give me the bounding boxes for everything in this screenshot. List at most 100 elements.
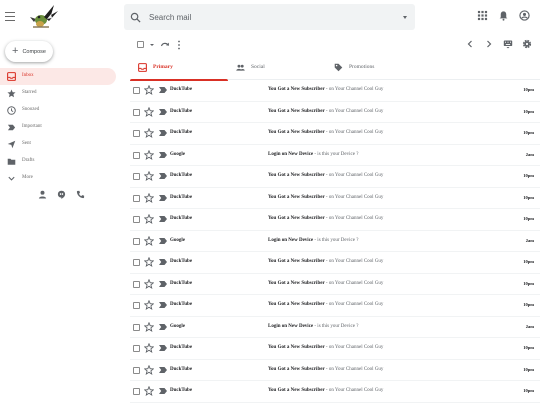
row-checkbox[interactable]	[133, 366, 140, 374]
star-icon[interactable]	[144, 149, 154, 160]
star-icon[interactable]	[144, 106, 154, 117]
sidebar-item-inbox[interactable]: Inbox	[0, 68, 116, 85]
star-icon[interactable]	[144, 278, 154, 289]
row-checkbox[interactable]	[133, 130, 140, 137]
row-checkbox[interactable]	[133, 108, 140, 116]
star-icon[interactable]	[144, 300, 154, 310]
email-row[interactable]: DuckTube You Got a New Subscriber - on Yo…	[130, 274, 540, 295]
email-row[interactable]: DuckTube You Got a New Subscriber - on Yo…	[130, 360, 540, 381]
select-caret-icon[interactable]	[150, 44, 154, 46]
sidebar-item-important[interactable]: Important	[0, 119, 116, 136]
email-snippet: - on Your Channel Cool Guy	[324, 87, 384, 92]
email-sender: DuckTube	[170, 173, 193, 178]
star-icon[interactable]	[144, 321, 154, 332]
email-sender: DuckTube	[170, 108, 193, 114]
menu-icon[interactable]	[5, 12, 15, 21]
email-row[interactable]: DuckTube You Got a New Subscriber - on Yo…	[130, 295, 540, 317]
apps-grid-icon[interactable]	[477, 10, 488, 21]
label-important-icon[interactable]	[159, 216, 167, 222]
tab-label: Promotions	[349, 64, 375, 70]
star-icon[interactable]	[144, 364, 154, 375]
sidebar-item-snoozed[interactable]: Snoozed	[0, 102, 116, 119]
refresh-icon[interactable]	[160, 40, 170, 50]
search-input[interactable]	[141, 4, 403, 30]
star-icon[interactable]	[144, 235, 154, 246]
caret-down-icon[interactable]	[403, 15, 407, 19]
row-checkbox[interactable]	[133, 280, 140, 288]
row-checkbox[interactable]	[133, 345, 140, 352]
sidebar-item-more[interactable]: More	[0, 170, 116, 187]
label-important-icon[interactable]	[159, 108, 167, 115]
email-row[interactable]: DuckTube You Got a New Subscriber - on Yo…	[130, 102, 540, 123]
star-icon[interactable]	[144, 257, 154, 267]
person-icon[interactable]	[38, 190, 47, 199]
star-icon[interactable]	[144, 171, 154, 181]
tab-promotions[interactable]: Promotions	[326, 56, 424, 80]
email-row[interactable]: DuckTube You Got a New Subscriber - on Yo…	[130, 166, 540, 188]
label-important-icon[interactable]	[159, 366, 167, 373]
chevron-right-icon[interactable]	[484, 39, 494, 49]
bell-icon[interactable]	[498, 10, 509, 21]
label-important-icon[interactable]	[159, 130, 167, 136]
row-checkbox[interactable]	[133, 259, 140, 266]
logo[interactable]	[27, 3, 61, 31]
sidebar-item-drafts[interactable]: Drafts	[0, 153, 116, 170]
label-important-icon[interactable]	[159, 237, 167, 244]
star-icon	[7, 89, 16, 98]
label-important-icon[interactable]	[159, 173, 167, 179]
tab-primary[interactable]: Primary	[130, 56, 228, 81]
email-row[interactable]: DuckTube You Got a New Subscriber - on Yo…	[130, 188, 540, 209]
sidebar-item-starred[interactable]: Starred	[0, 85, 116, 102]
gear-icon[interactable]	[522, 39, 532, 49]
row-checkbox[interactable]	[133, 388, 140, 395]
compose-button[interactable]: + Compose	[5, 41, 53, 62]
email-subject-text: You Got a New Subscriber	[268, 302, 325, 307]
row-checkbox[interactable]	[133, 194, 140, 202]
label-important-icon[interactable]	[159, 323, 167, 330]
sidebar-item-sent[interactable]: Sent	[0, 136, 116, 153]
star-icon[interactable]	[144, 192, 154, 203]
label-important-icon[interactable]	[159, 345, 167, 351]
email-row[interactable]: Google Login on New Device - is this your…	[130, 231, 540, 252]
email-row[interactable]: DuckTube You Got a New Subscriber - on Yo…	[130, 80, 540, 102]
keyboard-icon[interactable]	[503, 39, 513, 49]
tab-label: Social	[251, 64, 265, 70]
label-important-icon[interactable]	[159, 87, 167, 93]
star-icon[interactable]	[144, 85, 154, 95]
email-sender: Google	[170, 151, 185, 157]
select-all-checkbox[interactable]	[137, 41, 144, 48]
email-row[interactable]: DuckTube You Got a New Subscriber - on Yo…	[130, 123, 540, 145]
label-important-icon[interactable]	[159, 151, 167, 158]
star-icon[interactable]	[144, 214, 154, 224]
email-row[interactable]: DuckTube You Got a New Subscriber - on Yo…	[130, 252, 540, 274]
tab-social[interactable]: Social	[228, 56, 326, 80]
email-row[interactable]: DuckTube You Got a New Subscriber - on Yo…	[130, 338, 540, 360]
star-icon[interactable]	[144, 128, 154, 138]
row-checkbox[interactable]	[133, 173, 140, 180]
row-checkbox[interactable]	[133, 216, 140, 223]
star-icon[interactable]	[144, 386, 154, 396]
email-row[interactable]: Google Login on New Device - is this your…	[130, 145, 540, 166]
email-time: 10pm	[523, 130, 534, 135]
label-important-icon[interactable]	[159, 388, 167, 394]
row-checkbox[interactable]	[133, 323, 140, 331]
hangouts-icon[interactable]	[57, 190, 66, 199]
label-important-icon[interactable]	[159, 280, 167, 287]
email-row[interactable]: DuckTube You Got a New Subscriber - on Yo…	[130, 209, 540, 231]
tag-icon	[334, 63, 343, 72]
label-important-icon[interactable]	[159, 259, 167, 265]
row-checkbox[interactable]	[133, 87, 140, 94]
row-checkbox[interactable]	[133, 151, 140, 159]
label-important-icon[interactable]	[159, 194, 167, 201]
row-checkbox[interactable]	[133, 237, 140, 245]
search-icon[interactable]	[130, 12, 141, 23]
email-row[interactable]: Google Login on New Device - is this your…	[130, 317, 540, 338]
star-icon[interactable]	[144, 343, 154, 353]
row-checkbox[interactable]	[133, 302, 140, 309]
chevron-left-icon[interactable]	[465, 39, 475, 49]
label-important-icon[interactable]	[159, 302, 167, 308]
phone-icon[interactable]	[76, 190, 85, 199]
more-vert-icon[interactable]	[177, 40, 181, 50]
email-row[interactable]: DuckTube You Got a New Subscriber - on Yo…	[130, 381, 540, 403]
account-icon[interactable]	[519, 10, 530, 21]
